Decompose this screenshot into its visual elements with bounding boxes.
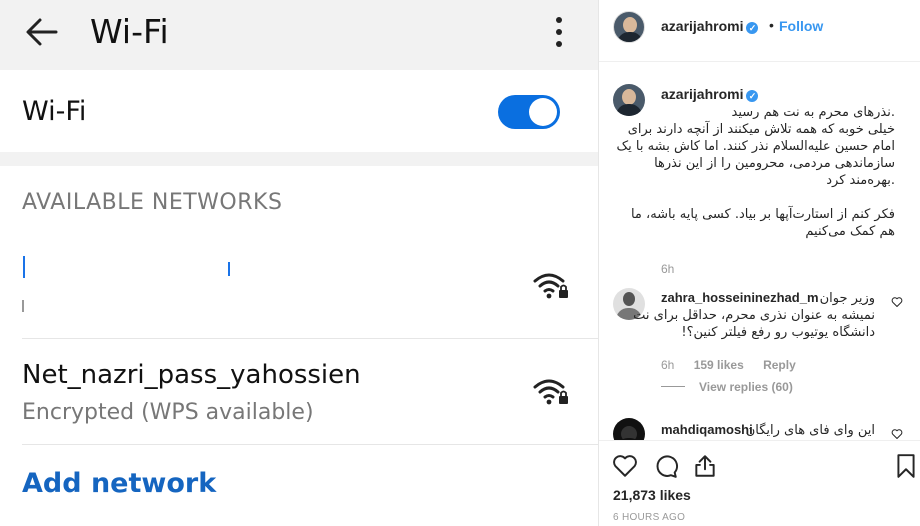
view-replies-button[interactable]: View replies (60)	[661, 380, 793, 394]
caption-line: فکر کنم از استارت‌آپها بر بیاد. کسی پایه…	[630, 207, 895, 222]
comment: zahra_hosseininezhad_m وزیر جوان نمیشه ب…	[599, 282, 920, 402]
caption-line: .بهره‌مند کرد	[826, 173, 895, 188]
username-label: azarijahromi	[661, 86, 744, 102]
comment-line: نمیشه به عنوان نذری محرم، حداقل برای نت	[633, 308, 875, 323]
follow-button[interactable]: Follow	[779, 18, 823, 34]
caption-author[interactable]: azarijahromi ✓	[661, 86, 759, 102]
post-header: azarijahromi ✓ • Follow	[599, 0, 920, 62]
network-item-redacted[interactable]	[0, 242, 598, 338]
wifi-settings-screenshot: Wi-Fi Wi-Fi AVAILABLE NETWORKS Net_nazri…	[0, 0, 598, 526]
replies-line	[661, 386, 685, 387]
page-title: Wi-Fi	[90, 12, 169, 51]
network-name: Net_nazri_pass_yahossien	[22, 360, 361, 390]
available-networks-header: AVAILABLE NETWORKS	[22, 190, 283, 215]
caption-text: .نذرهای محرم به نت هم رسید خیلی خوبه که …	[616, 104, 895, 240]
more-options-icon[interactable]	[551, 14, 567, 50]
comment-text: وزیر جوان نمیشه به عنوان نذری محرم، حداق…	[633, 290, 875, 341]
like-comment-heart-icon[interactable]	[891, 428, 903, 440]
caption-line: هم کمک می‌کنیم	[805, 224, 895, 239]
divider	[22, 444, 598, 445]
wifi-toggle-row[interactable]: Wi-Fi	[0, 70, 598, 152]
caption-line: امام حسین علیه‌السلام نذر کنند. اما کاش …	[616, 139, 895, 154]
comment: mahdiqamoshi این وای فای های رایگان	[599, 412, 920, 440]
wifi-locked-icon	[533, 379, 568, 405]
caption-line: خیلی خوبه که همه تلاش میکنند از آنچه دار…	[627, 122, 895, 137]
comment-text: این وای فای های رایگان	[655, 422, 875, 439]
likes-count[interactable]: 21,873 likes	[613, 487, 691, 503]
avatar[interactable]	[613, 418, 645, 440]
comment-likes[interactable]: 159 likes	[694, 358, 744, 372]
post-actions: 21,873 likes 6 HOURS AGO	[599, 440, 920, 526]
add-network-link[interactable]: Add network	[22, 468, 216, 499]
comment-line: دانشگاه یوتیوب رو رفع فیلتر کنین؟!	[681, 325, 875, 340]
post-timestamp: 6 HOURS AGO	[613, 512, 686, 523]
comment-line: این وای فای های رایگان	[745, 423, 875, 438]
comment-timestamp[interactable]: 6h	[661, 358, 674, 372]
back-arrow-icon[interactable]	[22, 12, 62, 52]
comment-bubble-icon[interactable]	[653, 453, 679, 479]
avatar[interactable]	[613, 11, 645, 43]
view-replies-label: View replies (60)	[699, 380, 793, 394]
section-gap	[0, 152, 598, 166]
wifi-locked-icon	[533, 273, 568, 299]
divider	[22, 338, 598, 339]
wifi-toggle[interactable]	[498, 95, 560, 129]
caption-line: سازماندهی مردمی، محرومین را از این نذرها	[654, 156, 895, 171]
comment-meta: 6h 159 likes Reply	[661, 358, 812, 372]
like-heart-icon[interactable]	[612, 453, 638, 479]
caption-timestamp[interactable]: 6h	[661, 262, 674, 276]
comment-line: وزیر جوان	[819, 291, 875, 306]
verified-badge-icon: ✓	[746, 22, 759, 34]
wifi-label: Wi-Fi	[22, 96, 87, 127]
post-caption: azarijahromi ✓ .نذرهای محرم به نت هم رسید…	[599, 62, 920, 282]
redacted-mark	[22, 300, 24, 312]
network-status: Encrypted (WPS available)	[22, 400, 314, 425]
settings-header: Wi-Fi	[0, 0, 598, 70]
redacted-mark	[228, 262, 230, 276]
save-bookmark-icon[interactable]	[893, 453, 919, 479]
redacted-mark	[23, 256, 25, 278]
username-label: azarijahromi	[661, 18, 744, 34]
toggle-knob	[529, 98, 557, 126]
reply-button[interactable]: Reply	[763, 358, 796, 372]
avatar[interactable]	[613, 84, 645, 116]
verified-badge-icon: ✓	[746, 90, 759, 102]
like-comment-heart-icon[interactable]	[891, 296, 903, 308]
instagram-post-panel: azarijahromi ✓ • Follow azarijahromi ✓ .نذ…	[598, 0, 920, 526]
network-item[interactable]: Net_nazri_pass_yahossien Encrypted (WPS …	[0, 350, 598, 446]
share-icon[interactable]	[692, 453, 718, 479]
separator-dot: •	[769, 17, 774, 33]
caption-line: .نذرهای محرم به نت هم رسید	[731, 105, 895, 120]
post-author[interactable]: azarijahromi ✓	[661, 18, 759, 34]
